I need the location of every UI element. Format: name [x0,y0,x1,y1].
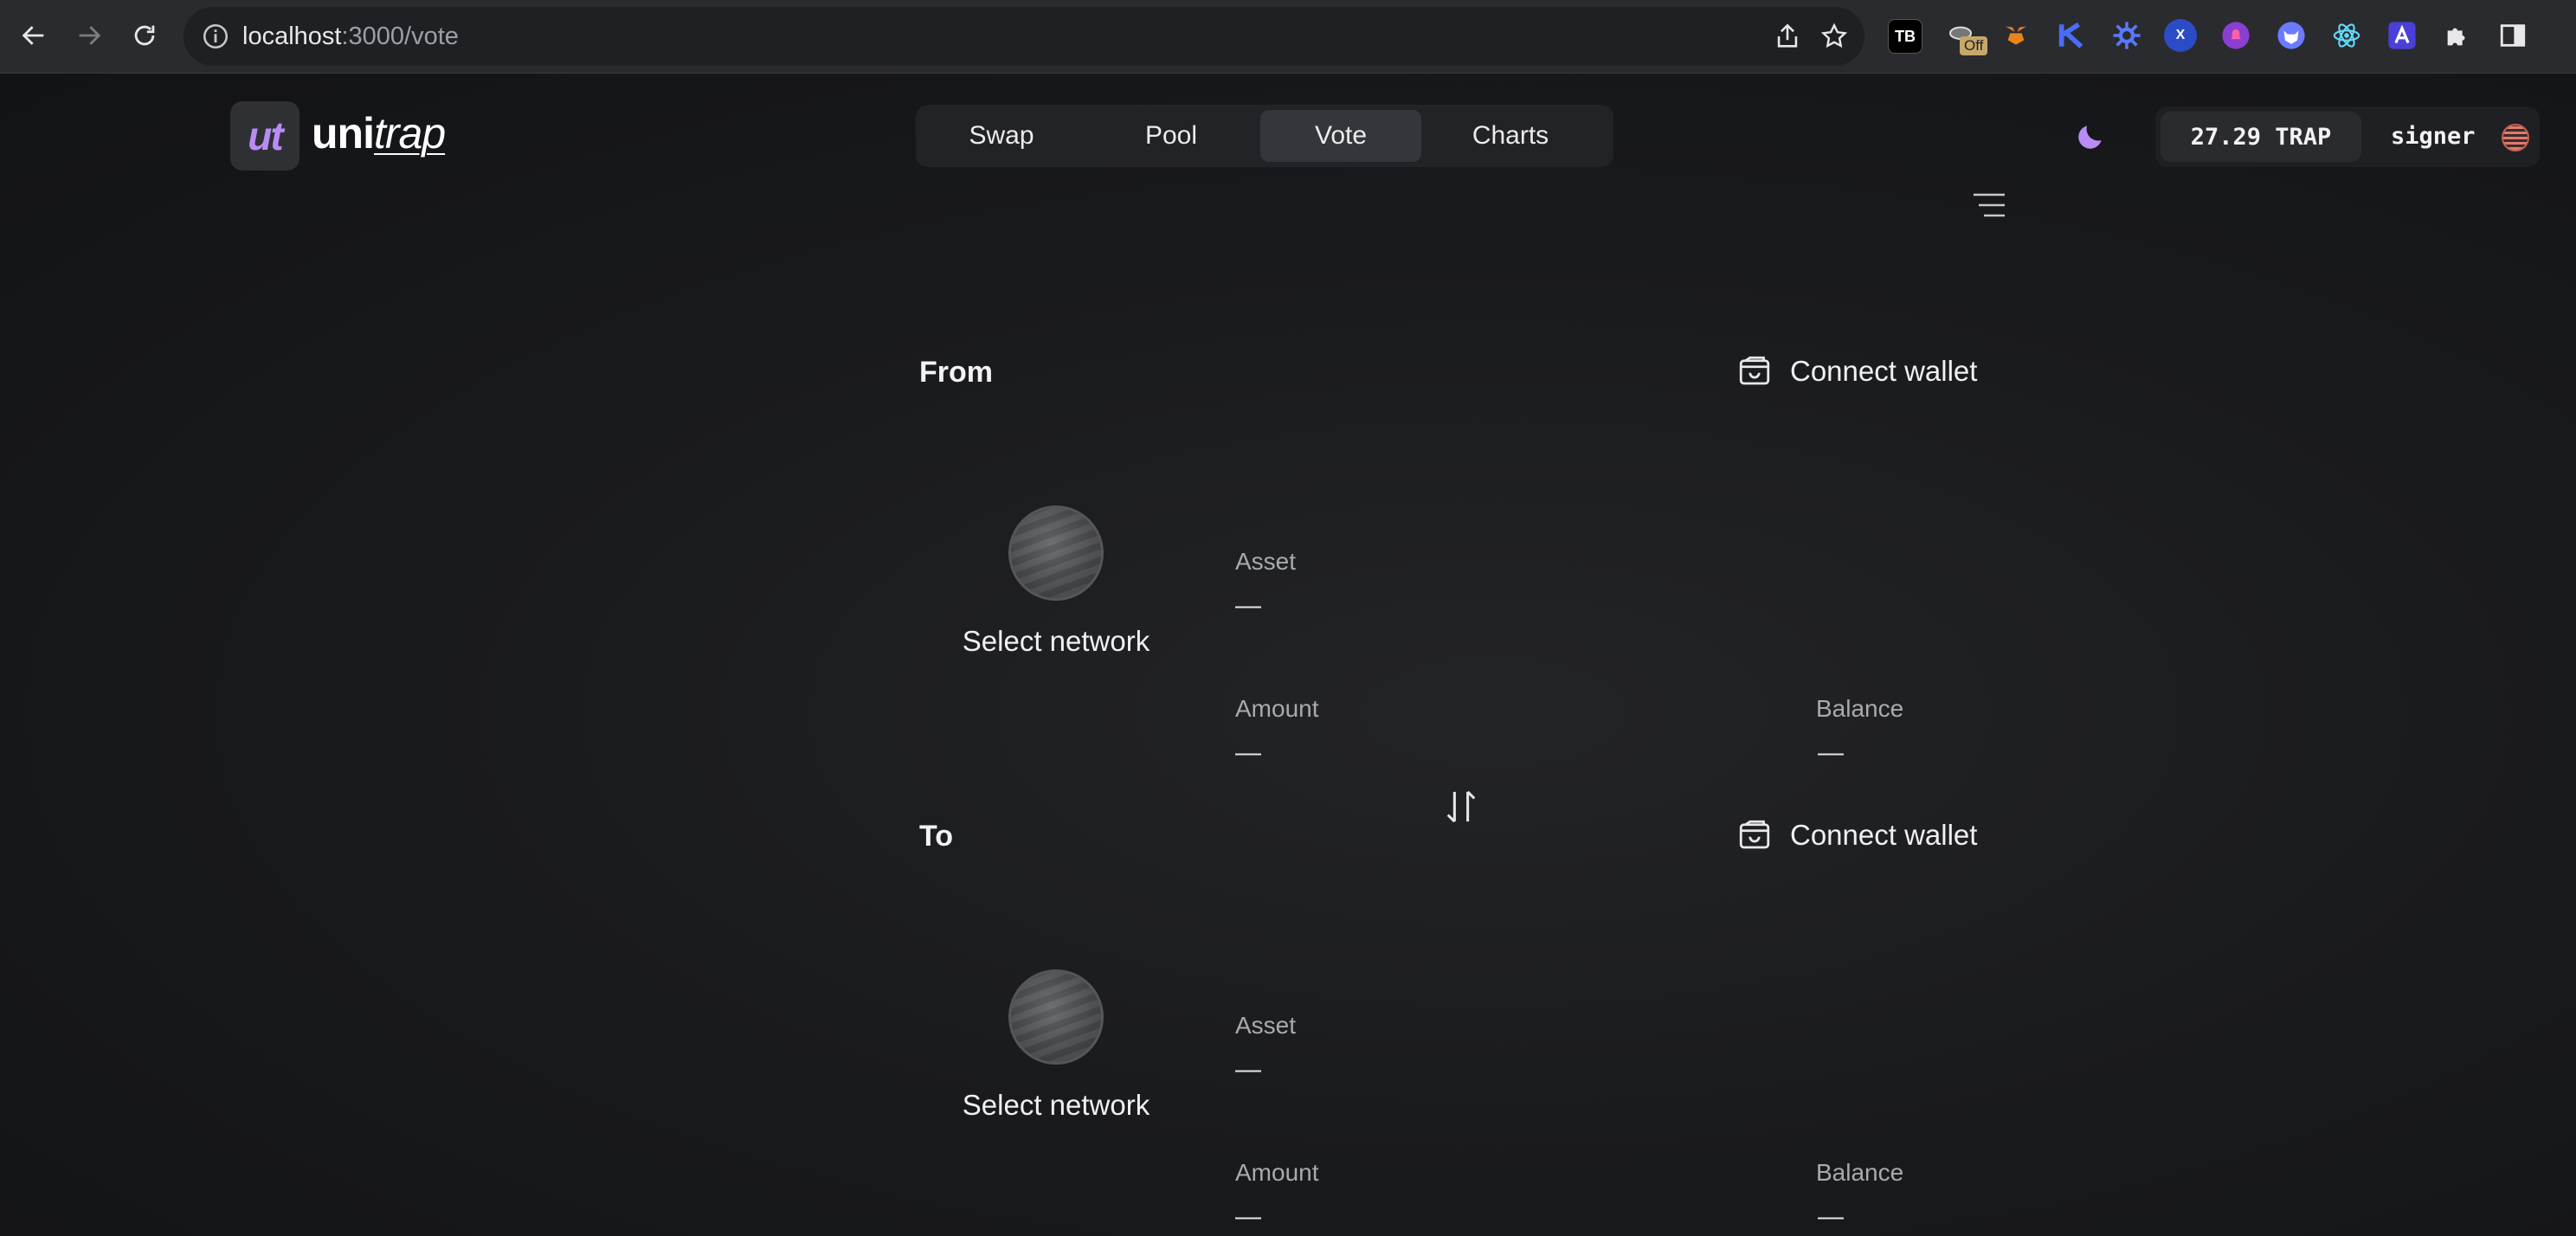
reload-icon[interactable] [125,16,164,55]
share-icon[interactable] [1773,22,1802,51]
network-placeholder-icon[interactable] [1008,505,1104,601]
network-placeholder-icon[interactable] [1008,969,1104,1065]
from-connect-wallet-button[interactable]: Connect wallet [1736,345,1977,397]
from-amount-value[interactable]: — [1235,738,1261,768]
to-amount-label: Amount [1235,1159,1319,1186]
main-nav-tabs: Swap Pool Vote Charts [916,105,1613,167]
to-select-network[interactable]: Select network [952,969,1160,1122]
from-amount-label: Amount [1235,695,1319,722]
tab-pool[interactable]: Pool [1091,110,1252,162]
a-extension-icon[interactable] [2386,19,2418,52]
react-extension-icon[interactable] [2330,19,2363,52]
to-amount-value[interactable]: — [1235,1202,1261,1232]
connect-wallet-label: Connect wallet [1790,355,1978,387]
tab-vote[interactable]: Vote [1260,110,1421,162]
bell-extension-icon[interactable] [2219,19,2252,52]
wallet-icon [1739,820,1770,849]
from-balance-label: Balance [1816,695,1904,722]
to-balance-value: — [1818,1202,1844,1231]
gear-extension-icon[interactable] [2110,19,2143,52]
connect-wallet-label: Connect wallet [1790,819,1978,851]
account-name[interactable]: signer [2391,106,2476,167]
select-network-label[interactable]: Select network [952,625,1160,658]
fox-extension-icon[interactable] [2275,19,2308,52]
forward-icon[interactable] [69,16,109,55]
from-asset-label: Asset [1235,548,1297,575]
from-select-network[interactable]: Select network [952,505,1160,658]
sidebar-icon[interactable] [2496,19,2529,52]
from-asset-value[interactable]: — [1235,591,1261,621]
swap-direction-icon[interactable] [1444,789,1478,825]
k-extension-icon[interactable] [2055,19,2088,52]
moon-icon[interactable] [2074,120,2107,153]
url-text[interactable]: localhost:3000/vote [242,7,459,66]
account-widget[interactable]: 27.29 TRAP signer [2155,106,2540,167]
token-balance[interactable]: 27.29 TRAP [2161,112,2361,162]
menu-lines-icon[interactable] [1972,192,2006,218]
x-extension-icon[interactable]: X [2164,19,2197,52]
to-asset-value[interactable]: — [1235,1055,1261,1085]
metamask-icon[interactable] [2000,19,2032,52]
to-asset-label: Asset [1235,1012,1297,1039]
tb-extension-icon[interactable]: TB [1888,19,1922,54]
tab-swap[interactable]: Swap [921,110,1082,162]
address-bar[interactable]: localhost:3000/vote [184,7,1864,66]
site-info-icon[interactable] [201,22,230,51]
browser-toolbar: localhost:3000/vote TB Off X [0,0,2576,74]
from-balance-value: — [1818,738,1844,767]
puzzle-extensions-icon[interactable] [2441,19,2474,52]
bookmark-star-icon[interactable] [1819,22,1849,51]
wallet-icon [1739,356,1770,385]
to-connect-wallet-button[interactable]: Connect wallet [1736,809,1977,861]
logo-mark[interactable]: ut [230,101,299,171]
to-title: To [919,820,954,853]
to-balance-label: Balance [1816,1159,1904,1186]
back-icon[interactable] [14,16,54,55]
avatar[interactable] [2502,124,2529,151]
app-root: ut unitrap Swap Pool Vote Charts 27.29 T… [0,74,2576,1236]
from-title: From [919,356,993,389]
logo-text[interactable]: unitrap [312,108,446,158]
select-network-label[interactable]: Select network [952,1089,1160,1122]
tab-charts[interactable]: Charts [1430,110,1591,162]
off-badge: Off [1960,36,1988,55]
